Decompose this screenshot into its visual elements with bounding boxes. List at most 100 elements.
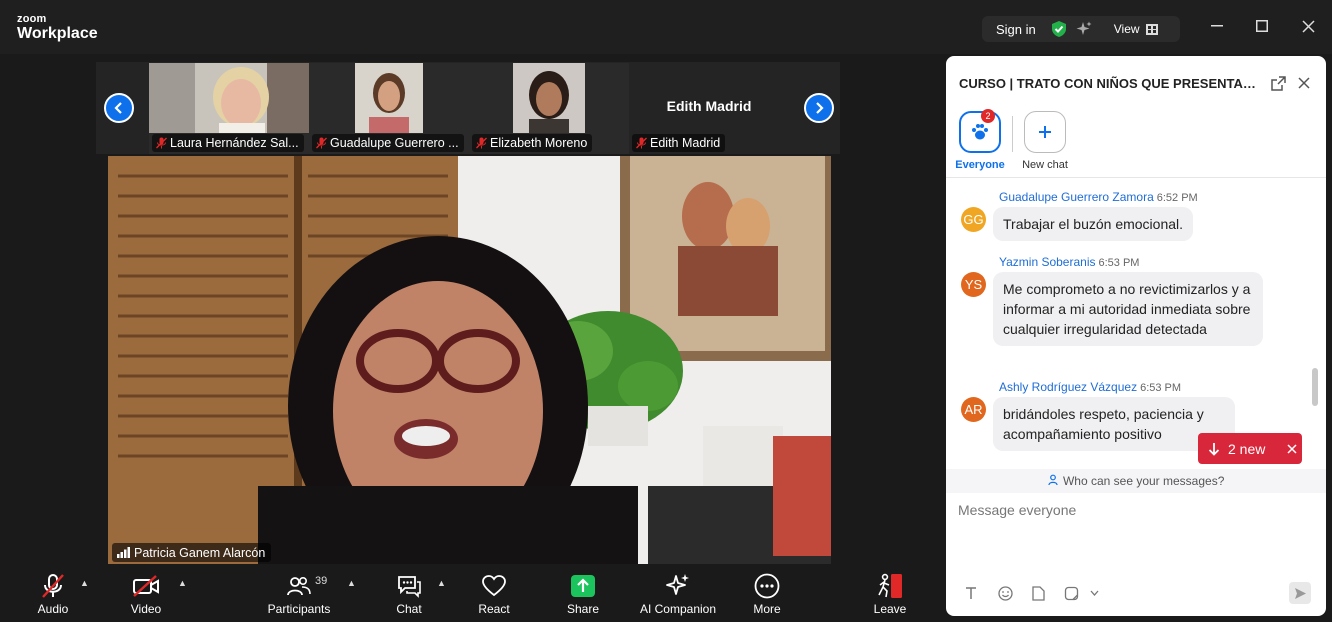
message-text: Trabajar el buzón emocional. [993, 207, 1194, 241]
channel-separator [1012, 116, 1013, 152]
who-can-see-link[interactable]: Who can see your messages? [946, 469, 1326, 493]
emoji-icon[interactable] [996, 584, 1014, 602]
message-input[interactable]: Message everyone [958, 502, 1076, 518]
sender-name[interactable]: Guadalupe Guerrero Zamora [999, 190, 1154, 204]
participant-video [513, 63, 585, 133]
message-time: 6:53 PM [1140, 382, 1182, 394]
react-label: React [478, 602, 510, 616]
minimize-icon[interactable] [1207, 16, 1227, 36]
new-messages-button[interactable]: 2 new [1198, 433, 1302, 464]
chevron-right-icon [816, 102, 824, 114]
maximize-icon[interactable] [1252, 16, 1272, 36]
participant-name-tag: Edith Madrid [632, 134, 726, 152]
more-dots-icon [754, 573, 780, 599]
participant-tile[interactable]: Elizabeth Moreno [469, 63, 629, 154]
more-label: More [753, 602, 781, 616]
audio-label: Audio [37, 602, 69, 616]
who-can-see-label: Who can see your messages? [1062, 474, 1225, 488]
plus-icon [1039, 126, 1051, 138]
ai-companion-sparkle-icon [666, 574, 689, 595]
muted-mic-icon [476, 137, 487, 149]
participants-count: 39 [315, 575, 328, 587]
audio-options-caret-icon[interactable]: ▲ [80, 578, 89, 588]
participant-display-name: Edith Madrid [666, 98, 752, 114]
view-label: View [1113, 22, 1140, 36]
participant-tile[interactable]: Laura Hernández Sal... [149, 63, 309, 154]
titlebar-controls: Sign in View [982, 16, 1180, 42]
chat-scrollbar[interactable] [1312, 368, 1318, 406]
speaker-name-tag: Patricia Ganem Alarcón [112, 543, 272, 562]
gallery-next-button[interactable] [804, 93, 834, 123]
more-button[interactable]: More [751, 572, 783, 616]
chevron-down-icon[interactable] [1085, 584, 1103, 602]
video-button[interactable]: Video [126, 572, 166, 616]
leave-button[interactable]: Leave [872, 572, 908, 616]
arrow-down-icon [1208, 442, 1220, 456]
close-chat-icon[interactable] [1295, 74, 1313, 92]
security-shield-icon[interactable] [1050, 20, 1068, 38]
avatar: AR [961, 397, 986, 422]
participant-name: Guadalupe Guerrero ... [330, 136, 459, 150]
participant-video [355, 63, 423, 133]
participant-tile[interactable]: Guadalupe Guerrero ... [309, 63, 469, 154]
chat-button[interactable]: Chat [394, 572, 424, 616]
avatar: GG [961, 207, 986, 232]
ai-sparkle-icon[interactable] [1076, 21, 1092, 37]
file-icon[interactable] [1029, 584, 1047, 602]
chevron-left-icon [114, 102, 122, 114]
participant-tile[interactable]: Edith Madrid Edith Madrid [629, 63, 789, 154]
screenshot-icon[interactable] [1062, 584, 1080, 602]
everyone-bubble: 2 [959, 109, 1001, 153]
message-sender: Yazmin Soberanis 6:53 PM [999, 255, 1139, 269]
speaker-name: Patricia Ganem Alarcón [134, 546, 266, 560]
gallery-prev-button[interactable] [104, 93, 134, 123]
channel-new-chat[interactable]: New chat [1018, 111, 1072, 171]
channel-everyone[interactable]: 2 Everyone [954, 109, 1006, 171]
ai-companion-button[interactable]: AI Companion [638, 572, 718, 616]
heart-icon [482, 575, 506, 597]
channel-everyone-label: Everyone [955, 159, 1005, 171]
participant-name-tag: Guadalupe Guerrero ... [312, 134, 464, 152]
participant-name: Laura Hernández Sal... [170, 136, 299, 150]
sender-name[interactable]: Ashly Rodríguez Vázquez [999, 380, 1137, 394]
sender-name[interactable]: Yazmin Soberanis [999, 255, 1096, 269]
chat-label: Chat [396, 602, 422, 616]
share-screen-icon [571, 575, 595, 597]
title-bar: zoom Workplace Sign in View [0, 0, 1332, 54]
message-time: 6:52 PM [1156, 192, 1198, 204]
new-chat-bubble [1024, 111, 1066, 153]
participant-name: Elizabeth Moreno [490, 136, 588, 150]
message-sender: Ashly Rodríguez Vázquez 6:53 PM [999, 380, 1181, 394]
react-button[interactable]: React [476, 572, 512, 616]
view-button[interactable]: View [1114, 22, 1158, 36]
text-format-icon[interactable] [962, 584, 980, 602]
channel-new-chat-label: New chat [1022, 159, 1068, 171]
pop-out-icon[interactable] [1269, 74, 1287, 92]
active-speaker-video[interactable]: Patricia Ganem Alarcón [108, 156, 831, 564]
avatar: YS [961, 272, 986, 297]
signal-bars-icon [117, 547, 130, 558]
ai-companion-label: AI Companion [639, 602, 717, 616]
share-label: Share [566, 602, 600, 616]
audio-button[interactable]: Audio [32, 572, 74, 616]
meeting-stage: Laura Hernández Sal... Guadalupe Guerrer… [0, 54, 940, 564]
unread-badge: 2 [981, 109, 995, 123]
chat-bubble-icon [398, 576, 421, 598]
dismiss-new-icon[interactable] [1287, 443, 1297, 454]
participants-options-caret-icon[interactable]: ▲ [347, 578, 356, 588]
chat-title: CURSO | TRATO CON NIÑOS QUE PRESENTAN P.… [959, 76, 1264, 91]
muted-mic-icon [636, 137, 647, 149]
grid-icon [1145, 23, 1158, 35]
close-window-icon[interactable] [1298, 16, 1318, 36]
participant-name-tag: Laura Hernández Sal... [152, 134, 304, 152]
video-options-caret-icon[interactable]: ▲ [178, 578, 187, 588]
muted-mic-icon [316, 137, 327, 149]
chat-options-caret-icon[interactable]: ▲ [437, 578, 446, 588]
camera-off-icon [133, 575, 159, 597]
person-eye-icon [1048, 474, 1058, 486]
send-button[interactable] [1289, 582, 1311, 604]
new-messages-label: 2 new [1228, 440, 1266, 457]
sign-in-button[interactable]: Sign in [996, 22, 1036, 37]
chat-message-list[interactable]: Guadalupe Guerrero Zamora 6:52 PM GG Trab… [946, 178, 1318, 468]
share-button[interactable]: Share [565, 572, 601, 616]
